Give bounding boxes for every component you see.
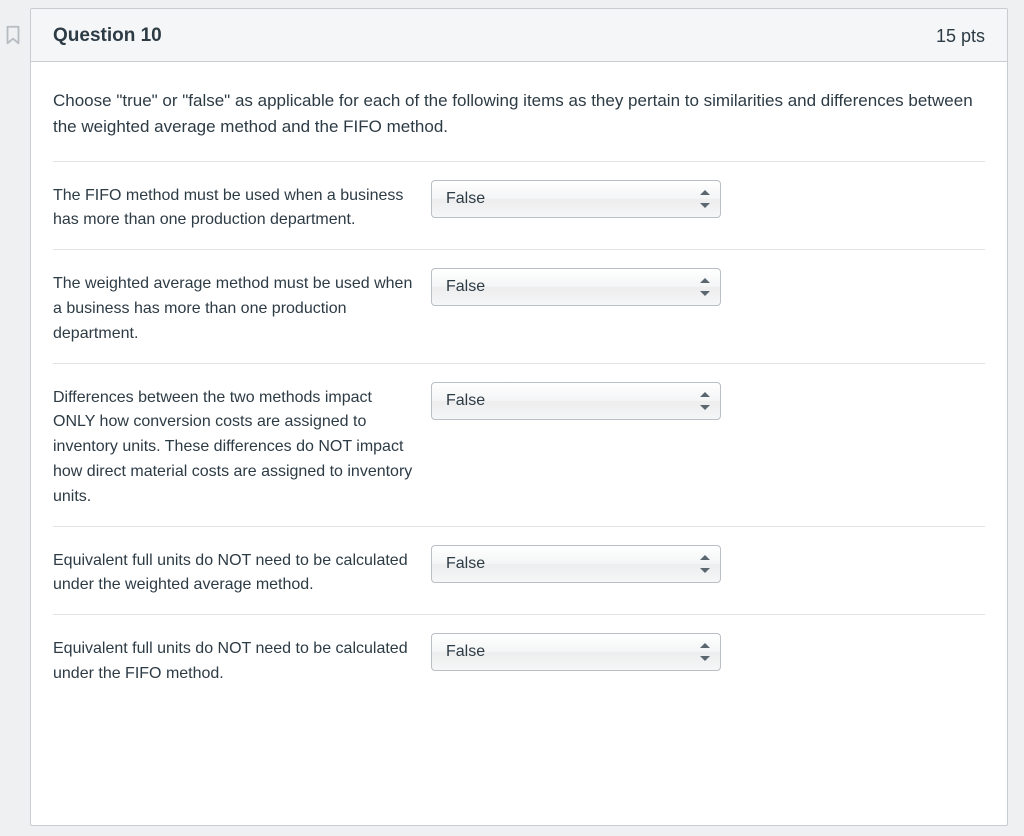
answer-select[interactable]: False (431, 268, 721, 306)
answer-select[interactable]: False (431, 180, 721, 218)
quiz-page: Question 10 15 pts Choose "true" or "fal… (0, 0, 1024, 836)
item-label: The FIFO method must be used when a busi… (53, 180, 413, 234)
select-value[interactable]: False (431, 545, 721, 583)
question-item: Equivalent full units do NOT need to be … (53, 614, 985, 693)
question-card: Question 10 15 pts Choose "true" or "fal… (30, 8, 1008, 826)
select-value[interactable]: False (431, 180, 721, 218)
question-item: The FIFO method must be used when a busi… (53, 161, 985, 250)
item-label: Differences between the two methods impa… (53, 382, 413, 510)
question-item: Differences between the two methods impa… (53, 363, 985, 526)
answer-select[interactable]: False (431, 545, 721, 583)
question-item: Equivalent full units do NOT need to be … (53, 526, 985, 615)
bookmark-icon[interactable] (2, 24, 24, 46)
question-prompt: Choose "true" or "false" as applicable f… (53, 88, 985, 141)
select-value[interactable]: False (431, 382, 721, 420)
select-value[interactable]: False (431, 633, 721, 671)
item-label: Equivalent full units do NOT need to be … (53, 545, 413, 599)
question-title: Question 10 (53, 25, 162, 47)
answer-select[interactable]: False (431, 382, 721, 420)
item-label: The weighted average method must be used… (53, 268, 413, 346)
question-header: Question 10 15 pts (31, 9, 1007, 62)
answer-select[interactable]: False (431, 633, 721, 671)
question-body: Choose "true" or "false" as applicable f… (31, 62, 1007, 825)
select-value[interactable]: False (431, 268, 721, 306)
question-points: 15 pts (936, 26, 985, 47)
question-item: The weighted average method must be used… (53, 249, 985, 362)
item-label: Equivalent full units do NOT need to be … (53, 633, 413, 687)
